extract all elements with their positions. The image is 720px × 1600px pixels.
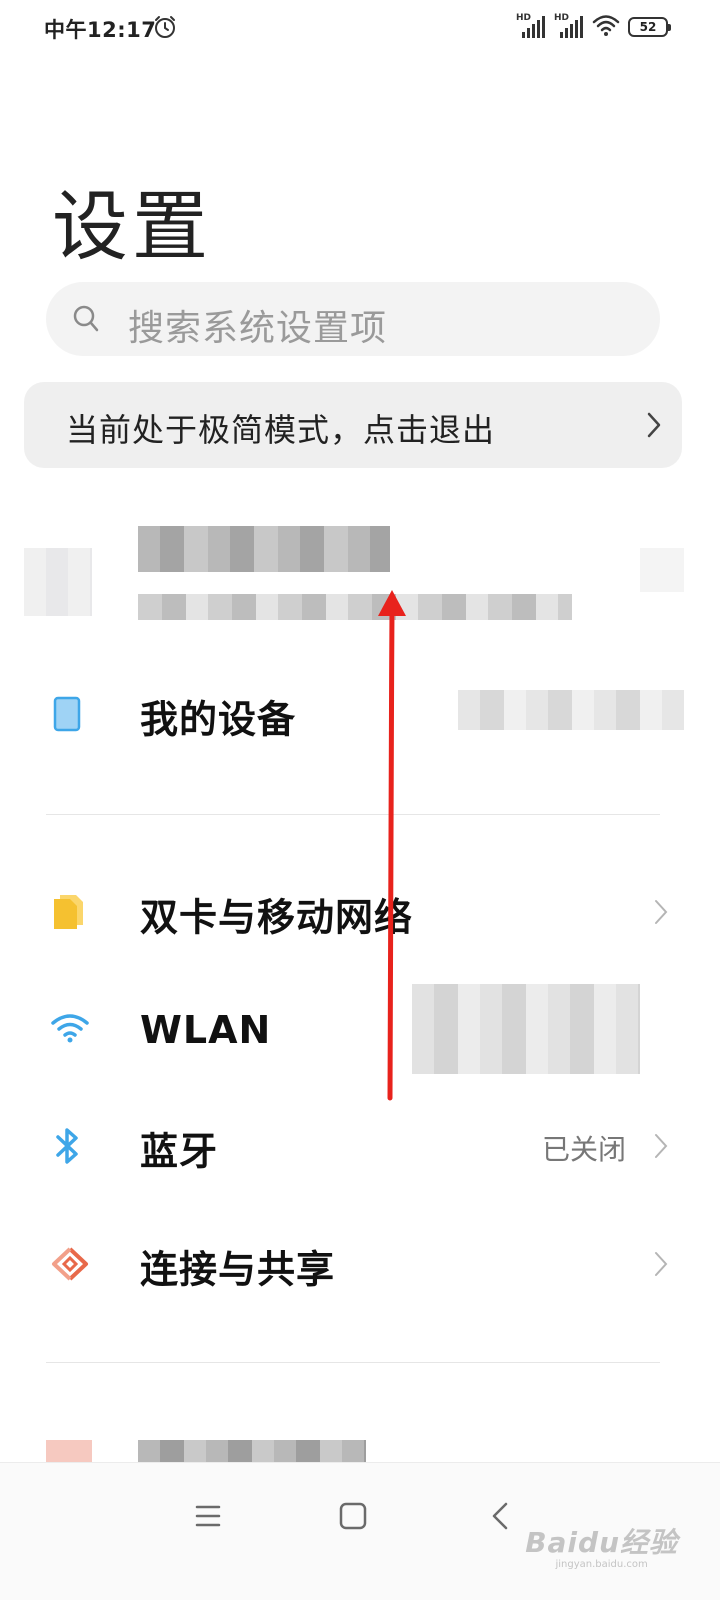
search-icon: [72, 304, 100, 338]
menu-icon[interactable]: [194, 1501, 222, 1535]
search-input[interactable]: 搜索系统设置项: [46, 282, 660, 356]
settings-item-connection-share[interactable]: 连接与共享: [0, 1216, 720, 1316]
page-title: 设置: [52, 182, 212, 271]
hd-signal-icon: HD: [554, 13, 584, 40]
chevron-right-icon: [646, 411, 662, 443]
account-chevron-redacted: [640, 548, 684, 592]
account-detail-redacted: [138, 594, 572, 620]
account-avatar[interactable]: [24, 548, 92, 616]
status-icons: HD HD 52: [516, 13, 671, 41]
bluetooth-status: 已关闭: [541, 1133, 626, 1166]
chevron-right-icon: [654, 899, 668, 929]
chevron-right-icon: [654, 1133, 668, 1163]
banner-text: 当前处于极简模式，点击退出: [66, 411, 496, 449]
device-icon: [50, 696, 84, 736]
hd-signal-icon: HD: [516, 13, 546, 40]
chevron-right-icon: [654, 1251, 668, 1281]
wifi-icon: [50, 1012, 90, 1048]
settings-item-label: 双卡与移动网络: [140, 895, 414, 940]
connection-share-icon: [50, 1246, 90, 1286]
settings-item-label: 连接与共享: [140, 1247, 336, 1292]
device-value-redacted: [458, 690, 684, 730]
account-name-redacted: [138, 526, 390, 572]
bluetooth-icon: [50, 1126, 86, 1170]
settings-item-sim[interactable]: 双卡与移动网络: [0, 864, 720, 964]
battery-icon: 52: [628, 17, 671, 37]
divider: [46, 1362, 660, 1363]
settings-item-label: WLAN: [140, 1008, 272, 1052]
search-placeholder: 搜索系统设置项: [128, 308, 388, 349]
divider: [46, 814, 660, 815]
settings-item-bluetooth[interactable]: 蓝牙 已关闭: [0, 1098, 720, 1198]
alarm-icon: [152, 14, 178, 44]
back-icon[interactable]: [490, 1501, 510, 1535]
status-bar: 中午12:17 HD HD 52: [0, 0, 720, 56]
wlan-value-redacted: [412, 984, 640, 1074]
status-time: 中午12:17: [44, 18, 157, 42]
settings-item-label: 我的设备: [140, 697, 297, 742]
settings-item-label: 蓝牙: [140, 1129, 219, 1174]
home-icon[interactable]: [338, 1501, 368, 1535]
sim-card-icon: [50, 893, 86, 935]
wifi-icon: [592, 13, 620, 41]
watermark-logo: Baidu经验: [525, 1526, 678, 1559]
baidu-watermark: Baidu经验 jingyan.baidu.com: [525, 1521, 678, 1570]
simple-mode-exit-banner[interactable]: 当前处于极简模式，点击退出: [24, 382, 682, 468]
